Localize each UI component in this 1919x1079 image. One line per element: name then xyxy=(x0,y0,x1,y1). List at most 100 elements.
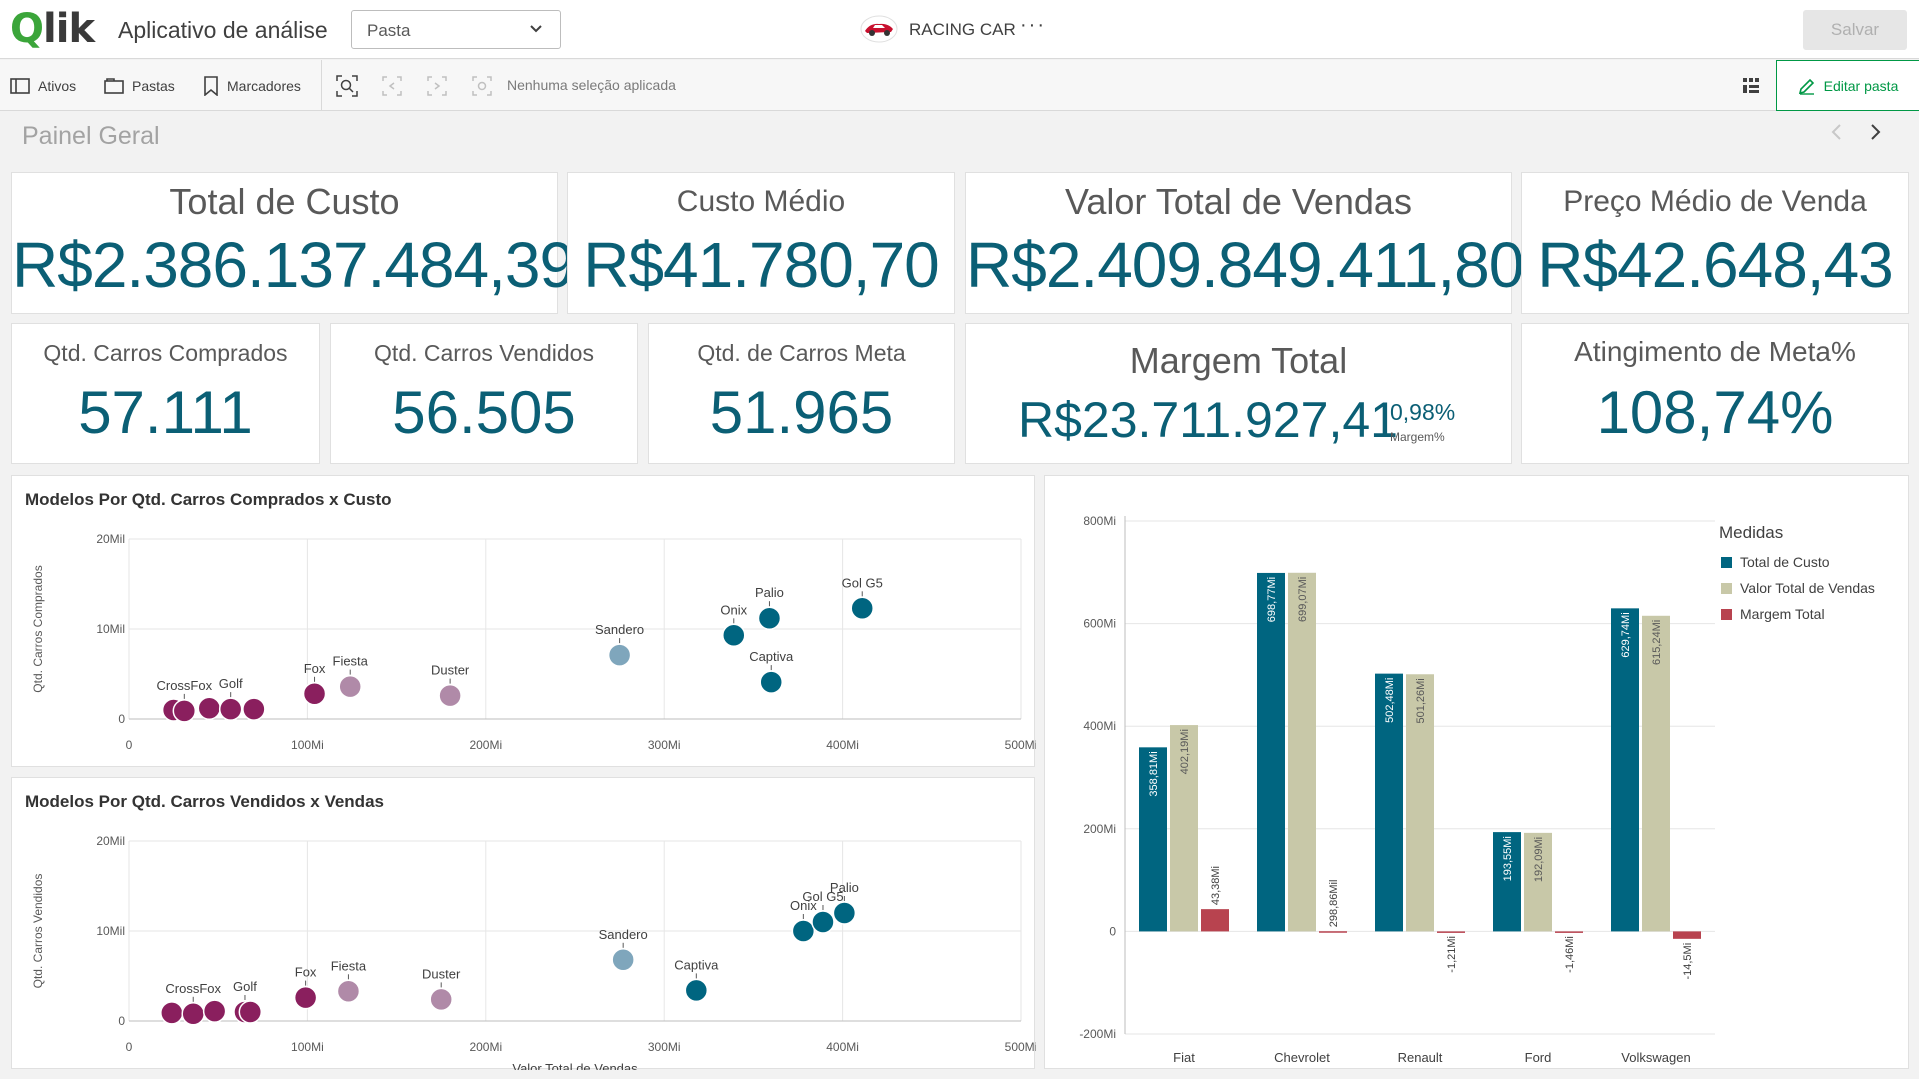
x-tick-label: 500Mi xyxy=(1005,1040,1036,1054)
previous-sheet-button[interactable] xyxy=(1830,122,1842,148)
x-tick-label: 200Mi xyxy=(469,1040,502,1054)
legend-label: Valor Total de Vendas xyxy=(1740,580,1875,596)
toolbar: Ativos Pastas Marcadores Nenhuma seleção… xyxy=(0,60,1919,111)
bar-value-label: 699,07Mi xyxy=(1297,577,1309,622)
toolbar-divider xyxy=(321,60,322,111)
assets-button[interactable]: Ativos xyxy=(10,75,76,97)
x-tick-label: 0 xyxy=(126,1040,133,1054)
kpi-title: Atingimento de Meta% xyxy=(1574,336,1856,367)
y-tick-label: 20Mil xyxy=(96,532,125,546)
bar xyxy=(1319,931,1347,933)
kpi-title: Qtd. Carros Vendidos xyxy=(374,340,594,366)
kpi-value: 57.111 xyxy=(78,379,253,446)
kpi-value: 56.505 xyxy=(392,379,576,446)
kpi-qtd-carros-vendidos[interactable]: Qtd. Carros Vendidos 56.505 xyxy=(330,323,638,464)
data-point xyxy=(293,985,318,1010)
legend-swatch xyxy=(1721,609,1732,620)
data-point xyxy=(202,999,227,1023)
edit-sheet-label: Editar pasta xyxy=(1823,77,1899,94)
bar-value-label: 615,24Mi xyxy=(1651,620,1663,665)
kpi-title: Total de Custo xyxy=(169,181,400,222)
bookmarks-button[interactable]: Marcadores xyxy=(203,75,301,97)
data-point xyxy=(172,699,197,723)
kpi-sub-value: 0,98% xyxy=(1390,399,1456,425)
bar-value-label: 298,86Mil xyxy=(1328,880,1340,928)
scatter-plot[interactable]: 0 100Mi 200Mi 300Mi 400Mi 500Mi 0 10Mil 20Mil Qtd… xyxy=(12,476,1036,768)
chevron-down-icon xyxy=(530,21,542,36)
kpi-title: Margem Total xyxy=(1129,340,1348,381)
x-tick-label: Renault xyxy=(1398,1050,1443,1065)
more-options-icon[interactable]: ··· xyxy=(1020,14,1046,37)
kpi-valor-total-vendas[interactable]: Valor Total de Vendas R$2.409.849.411,80 xyxy=(965,172,1524,314)
point-label: Fiesta xyxy=(331,958,367,973)
bar-chart-medidas[interactable]: -200Mi 0 200Mi 400Mi 600Mi 800Mi Fiat 358,81Mi 4… xyxy=(1044,475,1909,1069)
kpi-qtd-carros-comprados[interactable]: Qtd. Carros Comprados 57.111 xyxy=(11,323,320,464)
step-forward-icon[interactable] xyxy=(425,74,449,98)
y-tick-label: 10Mil xyxy=(96,924,125,938)
legend-swatch xyxy=(1721,583,1732,594)
data-point xyxy=(684,978,709,1003)
scatter-chart-vendidos[interactable]: Modelos Por Qtd. Carros Vendidos x Venda… xyxy=(11,777,1036,1070)
data-point xyxy=(438,683,462,708)
point-label: CrossFox xyxy=(165,981,221,996)
x-tick-label: Ford xyxy=(1525,1050,1552,1065)
x-tick-label: 300Mi xyxy=(648,1040,681,1054)
data-point xyxy=(811,910,835,934)
y-tick-label: 0 xyxy=(118,712,125,726)
point-label: Captiva xyxy=(674,957,719,972)
save-button[interactable]: Salvar xyxy=(1803,10,1907,50)
bar-plot[interactable]: -200Mi 0 200Mi 400Mi 600Mi 800Mi Fiat 358,81Mi 4… xyxy=(1045,476,1910,1070)
qlik-logo[interactable]: Qlik xyxy=(10,8,95,50)
scatter-plot[interactable]: 0 100Mi 200Mi 300Mi 400Mi 500Mi 0 10Mil 20Mil Qtd… xyxy=(12,778,1036,1070)
data-point xyxy=(832,901,857,925)
data-point xyxy=(238,1000,263,1024)
bar-value-label: -1,46Mi xyxy=(1564,936,1576,973)
sheets-button[interactable]: Pastas xyxy=(104,75,175,97)
racing-car-logo-icon xyxy=(860,15,898,43)
point-label: Golf xyxy=(233,979,257,994)
smart-search-icon[interactable] xyxy=(335,74,359,98)
x-tick-label: 400Mi xyxy=(826,738,859,752)
kpi-total-custo[interactable]: Total de Custo R$2.386.137.484,39 xyxy=(11,172,575,314)
chevron-right-icon xyxy=(1871,124,1881,140)
kpi-atingimento-meta[interactable]: Atingimento de Meta% 108,74% xyxy=(1521,323,1909,464)
legend-label: Margem Total xyxy=(1740,606,1825,622)
kpi-custo-medio[interactable]: Custo Médio R$41.780,70 xyxy=(567,172,955,314)
y-tick-label: 10Mil xyxy=(96,622,125,636)
data-point xyxy=(759,670,783,694)
grid-layout-icon[interactable] xyxy=(1740,74,1764,98)
kpi-margem-total[interactable]: Margem Total R$23.711.927,41 0,98% Marge… xyxy=(965,323,1512,464)
point-label: Fox xyxy=(295,965,317,980)
chevron-left-icon xyxy=(1831,124,1841,140)
x-tick-label: 200Mi xyxy=(469,738,502,752)
kpi-title: Qtd. de Carros Meta xyxy=(697,340,906,366)
data-point xyxy=(722,623,746,648)
step-back-icon[interactable] xyxy=(380,74,404,98)
clear-selections-icon[interactable] xyxy=(470,74,494,98)
kpi-preco-medio-venda[interactable]: Preço Médio de Venda R$42.648,43 xyxy=(1521,172,1909,314)
kpi-value: R$23.711.927,41 xyxy=(1018,392,1398,448)
point-label: Captiva xyxy=(749,649,794,664)
point-label: Golf xyxy=(219,676,243,691)
legend-title: Medidas xyxy=(1719,523,1783,542)
point-label: Palio xyxy=(830,880,859,895)
scatter-chart-comprados[interactable]: Modelos Por Qtd. Carros Comprados x Cust… xyxy=(11,475,1036,768)
edit-sheet-button[interactable]: Editar pasta xyxy=(1776,60,1919,111)
sheet-select-value: Pasta xyxy=(367,21,411,40)
bar-value-label: 698,77Mi xyxy=(1266,577,1278,622)
point-label: CrossFox xyxy=(156,678,212,693)
point-label: Fox xyxy=(304,661,326,676)
bar-value-label: 358,81Mi xyxy=(1148,751,1160,796)
kpi-title: Custo Médio xyxy=(676,185,846,218)
kpi-value: R$41.780,70 xyxy=(583,229,940,301)
bar xyxy=(1437,931,1465,933)
next-sheet-button[interactable] xyxy=(1870,122,1882,148)
point-label: Onix xyxy=(720,602,747,617)
sheet-select[interactable]: Pasta xyxy=(351,10,561,49)
data-point xyxy=(850,596,874,621)
x-tick-label: 300Mi xyxy=(648,738,681,752)
point-label: Sandero xyxy=(599,927,648,942)
data-point xyxy=(302,682,327,706)
kpi-qtd-carros-meta[interactable]: Qtd. de Carros Meta 51.965 xyxy=(648,323,955,464)
kpi-title: Preço Médio de Venda xyxy=(1563,185,1867,218)
